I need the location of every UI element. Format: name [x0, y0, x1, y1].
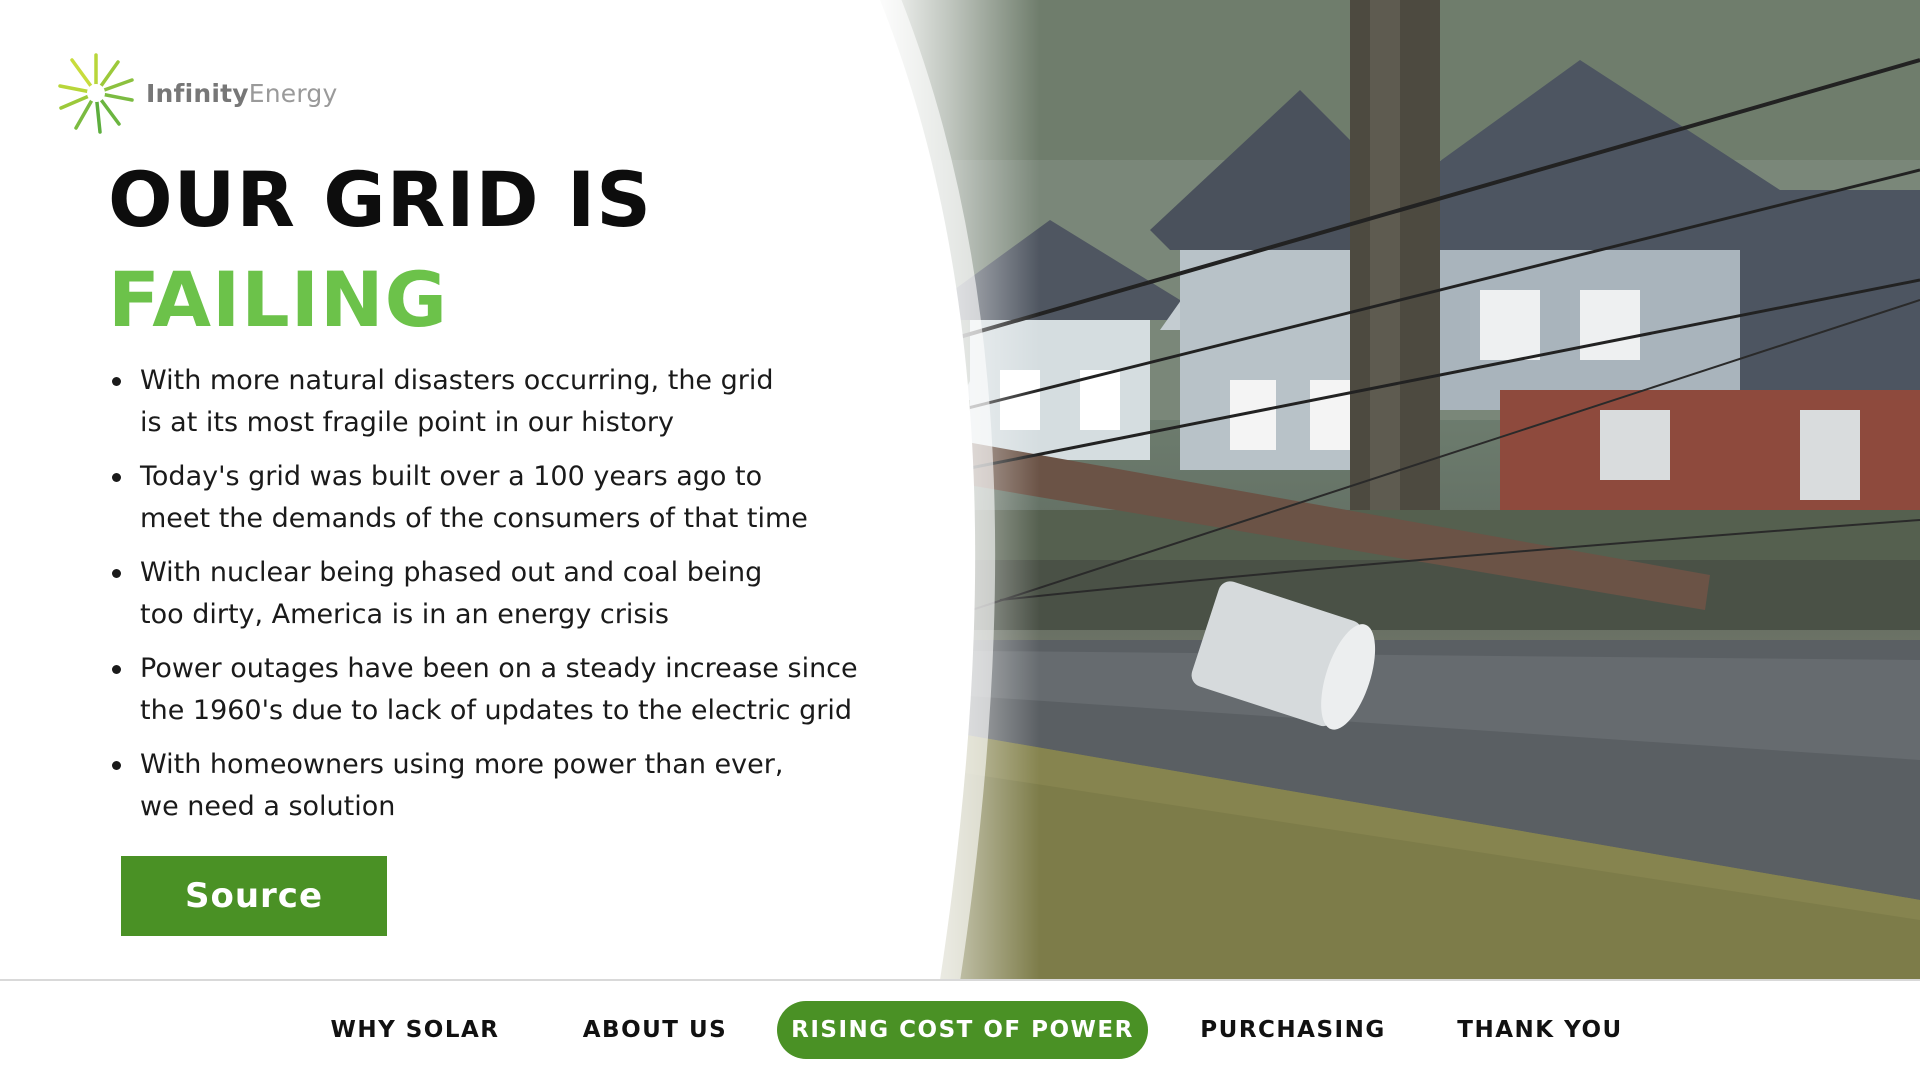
bullet-item: Today's grid was built over a 100 years …: [112, 456, 872, 540]
bullet-item: With nuclear being phased out and coal b…: [112, 552, 872, 636]
logo-wordmark: InfinityEnergy: [146, 79, 338, 108]
bottom-nav: WHY SOLAR ABOUT US RISING COST OF POWER …: [0, 981, 1920, 1080]
page-title: OUR GRID IS FAILING: [108, 150, 652, 350]
nav-item-about-us[interactable]: ABOUT US: [570, 1001, 740, 1059]
photo-fade-overlay: [880, 0, 1040, 980]
nav-item-rising-cost-of-power[interactable]: RISING COST OF POWER: [777, 1001, 1148, 1059]
bullet-text-line: too dirty, America is in an energy crisi…: [140, 599, 669, 630]
nav-item-thank-you[interactable]: THANK YOU: [1440, 1001, 1640, 1059]
bullet-dot-icon: [112, 473, 121, 482]
bullet-dot-icon: [112, 761, 121, 770]
sunburst-logo-icon: [58, 53, 134, 134]
bullet-text-line: is at its most fragile point in our hist…: [140, 407, 674, 438]
bullet-dot-icon: [112, 569, 121, 578]
storm-damage-photo: [880, 0, 1920, 980]
bullet-text-line: With nuclear being phased out and coal b…: [140, 557, 763, 588]
bullet-list: With more natural disasters occurring, t…: [112, 360, 872, 840]
nav-item-purchasing[interactable]: PURCHASING: [1188, 1001, 1398, 1059]
title-line-1: OUR GRID IS: [108, 155, 653, 244]
bullet-text-line: Power outages have been on a steady incr…: [140, 653, 858, 684]
logo-word-infinity: Infinity: [146, 78, 249, 108]
bullet-dot-icon: [112, 665, 121, 674]
source-button[interactable]: Source: [121, 856, 387, 936]
bullet-text-line: meet the demands of the consumers of tha…: [140, 503, 808, 534]
bullet-text-line: the 1960's due to lack of updates to the…: [140, 695, 852, 726]
bullet-item: Power outages have been on a steady incr…: [112, 648, 872, 732]
title-line-2: FAILING: [108, 255, 448, 344]
infinity-energy-logo: InfinityEnergy: [56, 50, 338, 136]
bullet-item: With more natural disasters occurring, t…: [112, 360, 872, 444]
bullet-text-line: With more natural disasters occurring, t…: [140, 365, 774, 396]
bullet-item: With homeowners using more power than ev…: [112, 744, 872, 828]
bullet-text-line: With homeowners using more power than ev…: [140, 749, 784, 780]
bullet-dot-icon: [112, 377, 121, 386]
bullet-text-line: Today's grid was built over a 100 years …: [140, 461, 763, 492]
logo-word-energy: Energy: [248, 78, 338, 108]
nav-item-why-solar[interactable]: WHY SOLAR: [320, 1001, 510, 1059]
bullet-text-line: we need a solution: [140, 791, 396, 822]
